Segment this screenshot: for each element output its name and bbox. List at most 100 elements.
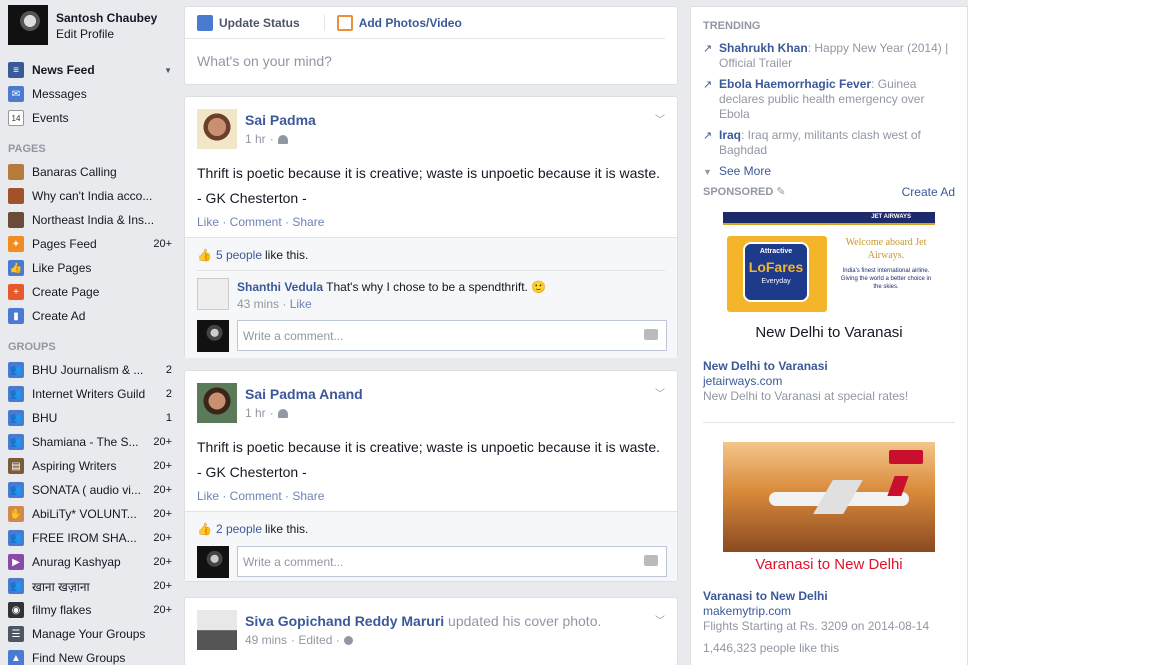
sidebar-item-group[interactable]: 👥 Internet Writers Guild 2 <box>8 383 172 405</box>
avatar[interactable] <box>197 383 237 423</box>
edit-profile-link[interactable]: Edit Profile <box>56 27 114 41</box>
sidebar-item-group[interactable]: 👥 SONATA ( audio vi... 20+ <box>8 479 172 501</box>
sidebar-item-count: 20+ <box>153 436 172 448</box>
trending-item[interactable]: ↗ Ebola Haemorrhagic Fever: Guinea decla… <box>703 77 953 122</box>
sidebar-item-group[interactable]: 👥 खाना खज़ाना 20+ <box>8 575 172 597</box>
nav-item-label: Messages <box>32 87 87 101</box>
nav-item-messages[interactable]: ✉ Messages <box>8 83 172 105</box>
create-ad-link[interactable]: Create Ad <box>902 185 955 199</box>
globe-icon[interactable] <box>343 635 353 645</box>
ad-title[interactable]: New Delhi to Varanasi <box>703 359 828 373</box>
post-author[interactable]: Sai Padma Anand <box>245 386 363 402</box>
sidebar-item-group[interactable]: 👥 FREE IROM SHA... 20+ <box>8 527 172 549</box>
sidebar-item-page[interactable]: Why can't India acco... <box>8 185 172 207</box>
friends-icon[interactable] <box>277 408 288 418</box>
avatar[interactable] <box>197 610 237 650</box>
sidebar-item-create-ad[interactable]: ▮ Create Ad <box>8 305 172 327</box>
sidebar-item-group[interactable]: ▤ Aspiring Writers 20+ <box>8 455 172 477</box>
thumbs-up-icon: 👍 <box>8 260 24 276</box>
dot-separator: · <box>269 132 274 146</box>
update-status-label: Update Status <box>219 15 300 30</box>
comment-input[interactable]: Write a comment... <box>237 546 667 577</box>
ad-domain[interactable]: makemytrip.com <box>703 604 791 618</box>
sidebar-item-label: Create Ad <box>32 309 86 323</box>
commenter-avatar[interactable] <box>197 278 229 310</box>
ad-image-makemytrip[interactable]: Varanasi to New Delhi <box>723 442 935 573</box>
blank-area <box>968 0 1152 665</box>
trending-item[interactable]: ↗ Iraq: Iraq army, militants clash west … <box>703 128 953 158</box>
sidebar-item-label: Internet Writers Guild <box>32 387 146 401</box>
post-body: Thrift is poetic because it is creative;… <box>197 161 660 211</box>
sidebar-item-count: 1 <box>165 412 172 424</box>
edited-label[interactable]: · Edited · <box>291 633 340 647</box>
feed-post: Sai Padma Anand 1 hr · ﹀ Thrift is poeti… <box>184 370 678 582</box>
trending-topic[interactable]: Shahrukh Khan <box>719 41 808 55</box>
post-author-line: Siva Gopichand Reddy Maruri updated his … <box>245 613 601 629</box>
like-count[interactable]: 5 people <box>216 248 262 262</box>
trending-item[interactable]: ↗ Shahrukh Khan: Happy New Year (2014) |… <box>703 41 953 71</box>
ad-description: Flights Starting at Rs. 3209 on 2014-08-… <box>703 619 930 633</box>
sidebar-item-group[interactable]: ▶ Anurag Kashyap 20+ <box>8 551 172 573</box>
post-time[interactable]: 1 hr <box>245 132 266 146</box>
see-more-label: See More <box>719 164 772 178</box>
nav-item-events[interactable]: 14 Events <box>8 107 172 129</box>
comment-text: That's why I chose to be a spendthrift. … <box>326 280 547 294</box>
sidebar-item-group[interactable]: ✋ AbiLiTy* VOLUNT... 20+ <box>8 503 172 525</box>
friends-icon[interactable] <box>277 134 288 144</box>
trending-topic[interactable]: Iraq <box>719 128 741 142</box>
sidebar-item-count: 20+ <box>153 532 172 544</box>
sidebar-item-label: BHU <box>32 411 58 425</box>
post-actions[interactable]: Like · Comment · Share <box>197 215 324 229</box>
dot-separator: · <box>269 406 274 420</box>
sidebar-item-label: Manage Your Groups <box>32 627 146 641</box>
sidebar-item-create-page[interactable]: + Create Page <box>8 281 172 303</box>
sponsored-header: SPONSORED ✎ <box>703 185 786 198</box>
profile-avatar[interactable] <box>8 5 48 45</box>
megaphone-icon: ✦ <box>8 236 24 252</box>
sidebar-item-pages-feed[interactable]: ✦ Pages Feed 20+ <box>8 233 172 255</box>
update-status-tab[interactable]: Update Status <box>197 14 312 31</box>
see-more-link[interactable]: ▼ See More <box>703 164 953 180</box>
nav-item-news-feed[interactable]: ≡ News Feed ▼ <box>8 59 172 81</box>
sidebar-item-page[interactable]: Northeast India & Ins... <box>8 209 172 231</box>
comment-input[interactable]: Write a comment... <box>237 320 667 351</box>
chevron-down-icon[interactable]: ▼ <box>164 66 172 75</box>
profile-name[interactable]: Santosh Chaubey <box>56 11 157 25</box>
add-photos-tab[interactable]: Add Photos/Video <box>323 14 474 31</box>
sidebar-item-like-pages[interactable]: 👍 Like Pages <box>8 257 172 279</box>
post-options-chevron-icon[interactable]: ﹀ <box>655 385 665 400</box>
group-icon: 👥 <box>8 362 24 378</box>
ad-title[interactable]: Varanasi to New Delhi <box>703 589 828 603</box>
ad-domain[interactable]: jetairways.com <box>703 374 782 388</box>
post-actions[interactable]: Like · Comment · Share <box>197 489 324 503</box>
post-author[interactable]: Siva Gopichand Reddy Maruri <box>245 613 444 629</box>
camera-icon[interactable] <box>644 329 658 340</box>
sidebar-item-group[interactable]: ◉ filmy flakes 20+ <box>8 599 172 621</box>
comment-placeholder: Write a comment... <box>243 329 344 343</box>
status-input[interactable]: What's on your mind? <box>197 53 332 69</box>
sidebar-item-group[interactable]: 👥 BHU Journalism & ... 2 <box>8 359 172 381</box>
ad-likes[interactable]: 1,446,323 people like this <box>703 641 839 655</box>
megaphone-icon: ✎ <box>776 186 786 198</box>
comment-time[interactable]: 43 mins <box>237 297 279 311</box>
like-count[interactable]: 2 people <box>216 522 262 536</box>
sidebar-item-manage-groups[interactable]: ☰ Manage Your Groups <box>8 623 172 645</box>
sidebar-item-label: SONATA ( audio vi... <box>32 483 141 497</box>
trending-topic[interactable]: Ebola Haemorrhagic Fever <box>719 77 871 91</box>
comment-like-link[interactable]: Like <box>290 297 312 311</box>
sidebar-item-group[interactable]: 👥 BHU 1 <box>8 407 172 429</box>
post-options-chevron-icon[interactable]: ﹀ <box>655 612 665 627</box>
post-time[interactable]: 49 mins <box>245 633 287 647</box>
sidebar-item-group[interactable]: 👥 Shamiana - The S... 20+ <box>8 431 172 453</box>
like-suffix: like this. <box>265 522 309 536</box>
camera-icon[interactable] <box>644 555 658 566</box>
comment-author[interactable]: Shanthi Vedula <box>237 280 323 294</box>
post-time[interactable]: 1 hr <box>245 406 266 420</box>
post-author[interactable]: Sai Padma <box>245 112 316 128</box>
sidebar-item-page[interactable]: Banaras Calling <box>8 161 172 183</box>
ad-image-jet-airways[interactable]: JET AIRWAYS Attractive LoFares Everyday … <box>723 212 935 352</box>
avatar[interactable] <box>197 109 237 149</box>
sidebar-item-find-groups[interactable]: ▲ Find New Groups <box>8 647 172 665</box>
sidebar-item-label: Like Pages <box>32 261 92 275</box>
post-options-chevron-icon[interactable]: ﹀ <box>655 111 665 126</box>
